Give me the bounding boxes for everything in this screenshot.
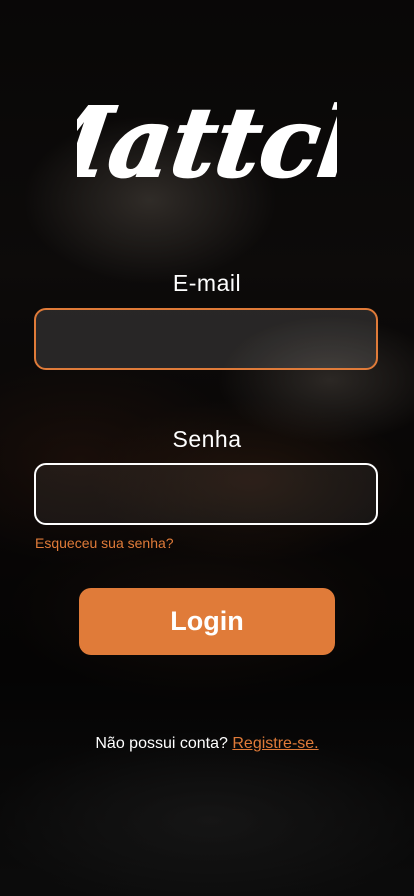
login-button[interactable]: Login: [79, 588, 335, 655]
register-link[interactable]: Registre-se.: [232, 735, 318, 752]
register-row: Não possui conta? Registre-se.: [0, 735, 414, 753]
app-logo-wordmark: Mattch: [77, 84, 337, 199]
register-prompt: Não possui conta?: [95, 735, 228, 752]
app-logo-text: Mattch: [77, 85, 337, 198]
app-logo: Mattch: [0, 68, 414, 212]
login-screen: Mattch E-mail Senha Esqueceu sua senha? …: [0, 0, 414, 896]
forgot-password-link[interactable]: Esqueceu sua senha?: [35, 535, 174, 551]
email-field[interactable]: [34, 308, 378, 370]
password-label: Senha: [172, 426, 242, 452]
email-label: E-mail: [172, 270, 242, 296]
password-field[interactable]: [34, 463, 378, 525]
